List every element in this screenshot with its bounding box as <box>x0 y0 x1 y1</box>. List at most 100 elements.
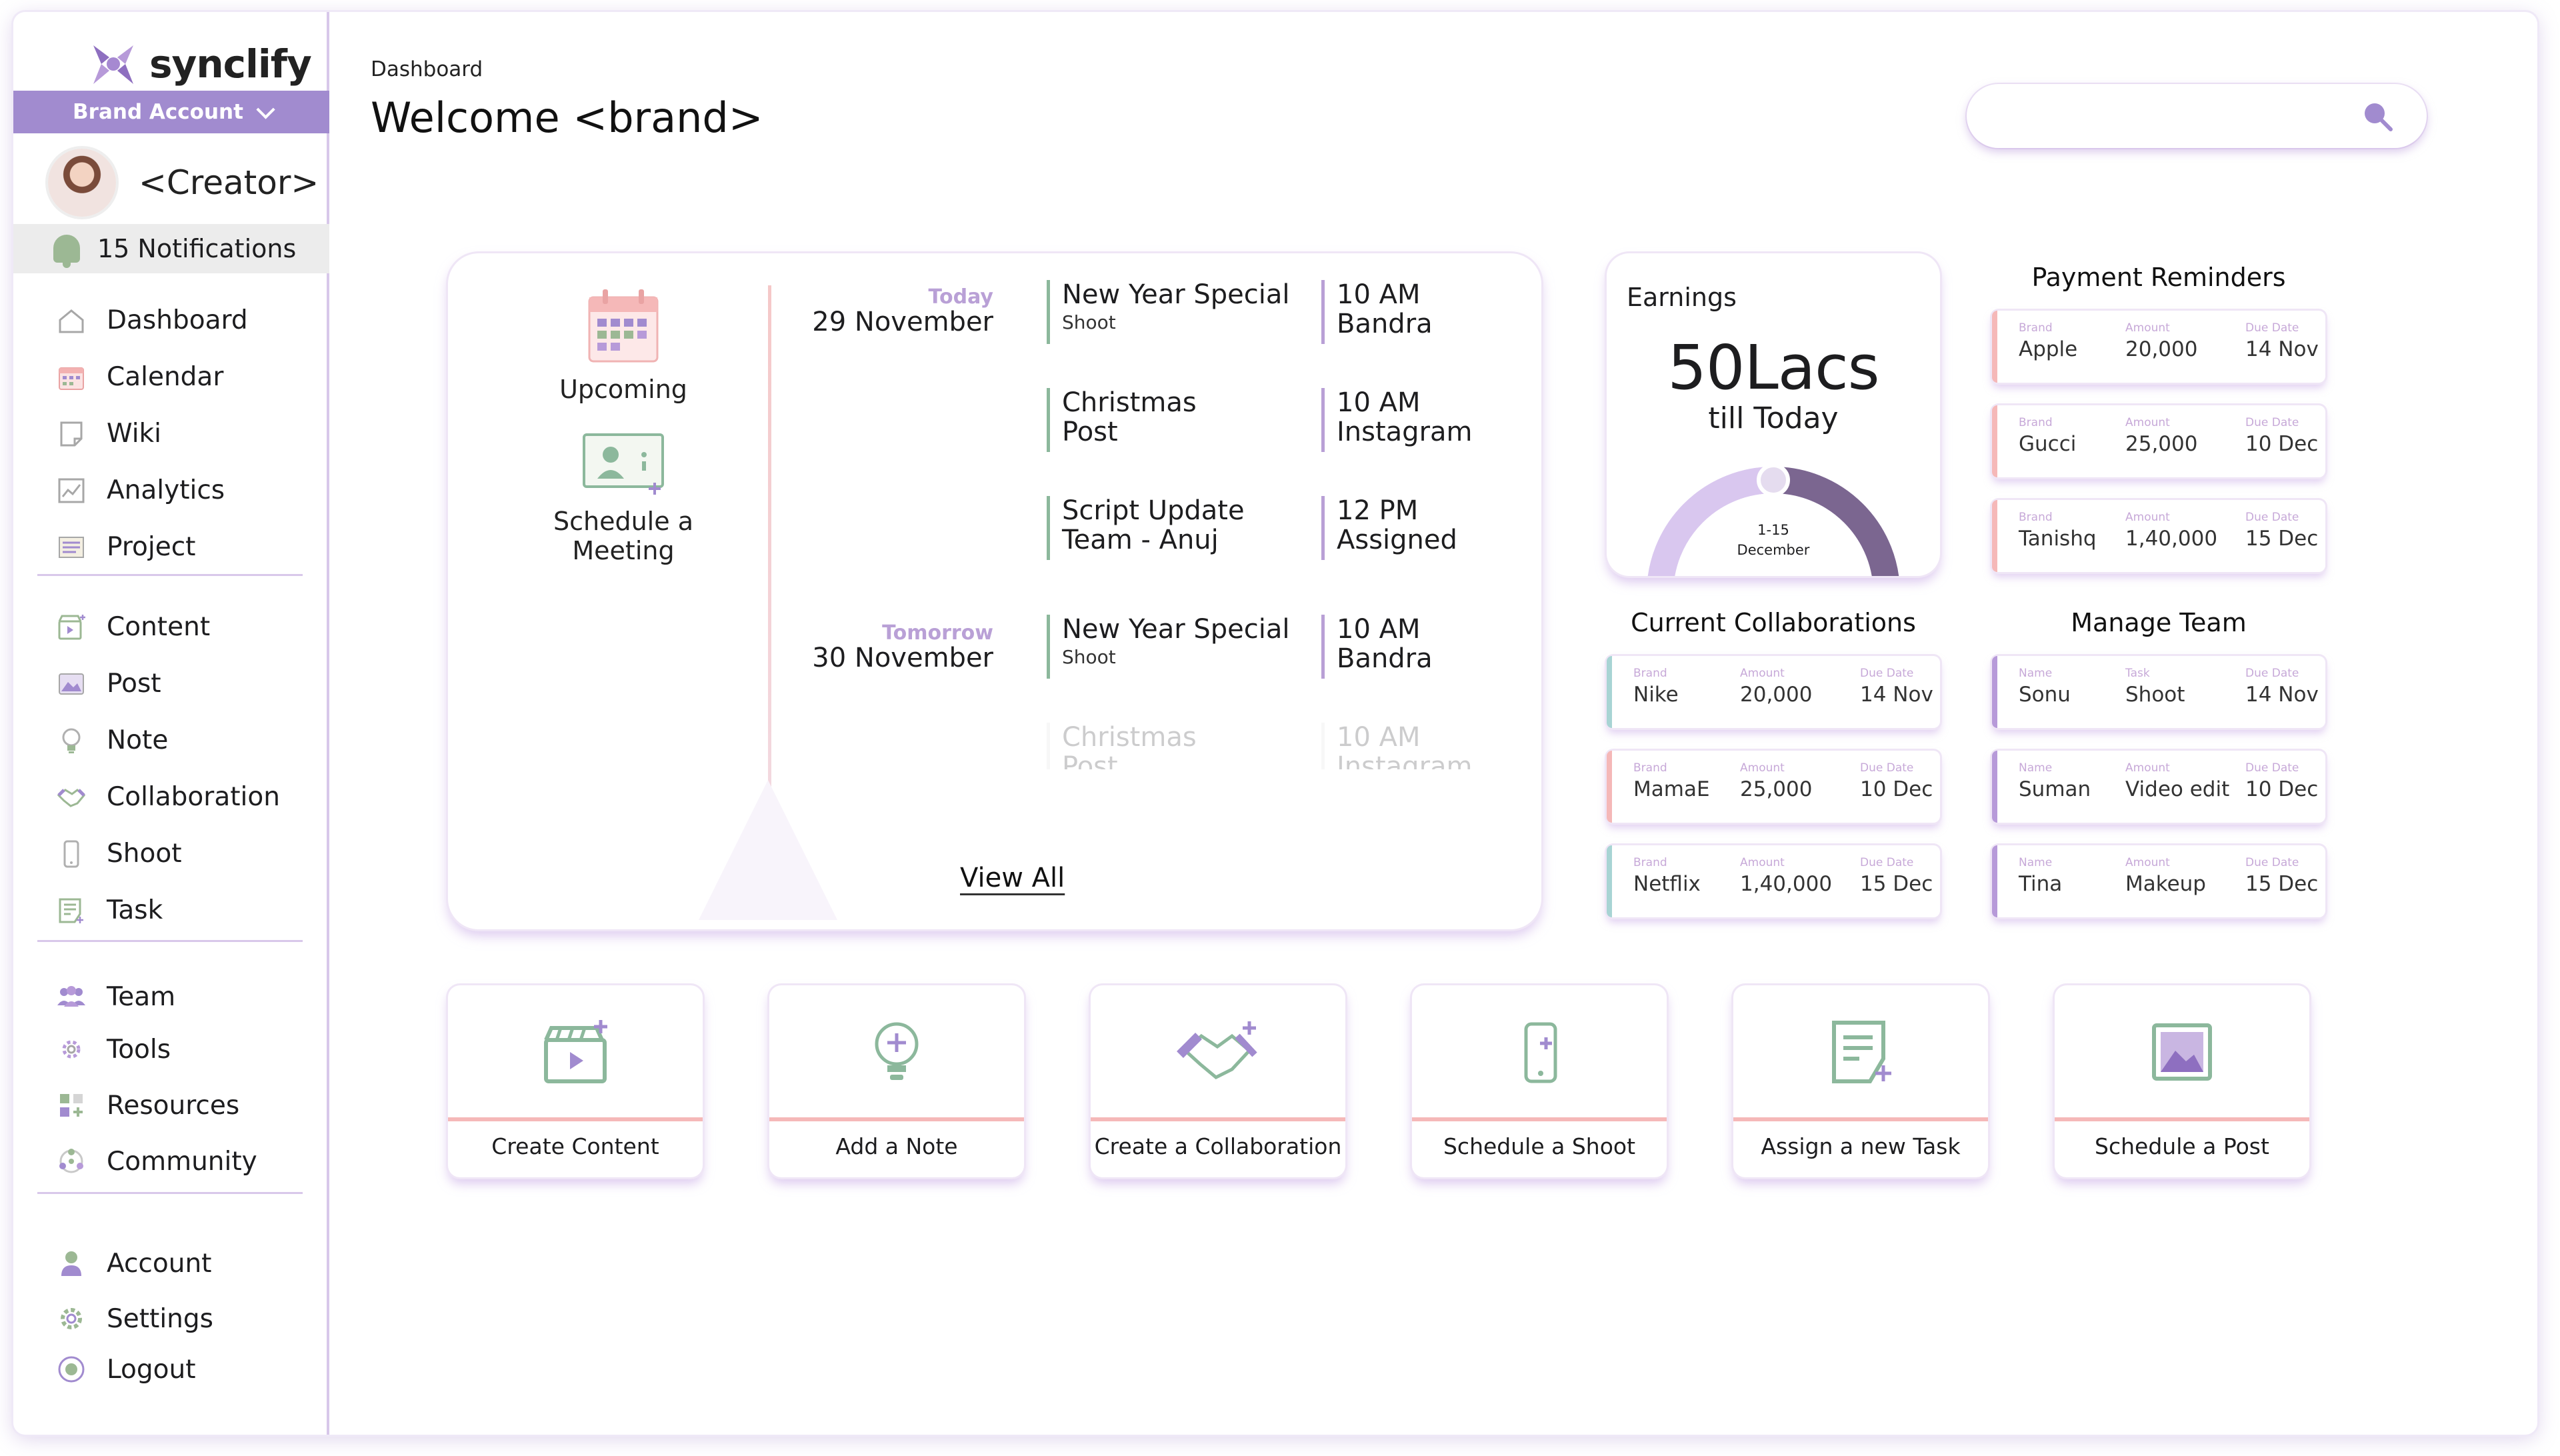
payment-reminder-cell-header: Due Date <box>2245 321 2299 335</box>
payment-reminder-cell-value: Tanishq <box>2019 527 2097 551</box>
payment-reminder-cell-header: Amount <box>2125 321 2170 335</box>
analytics-icon <box>56 475 87 506</box>
team-member-row[interactable]: Name Tina Amount Makeup Due Date 15 Dec <box>1992 845 2325 917</box>
action-schedule-a-shoot-button[interactable]: Schedule a Shoot <box>1412 985 1667 1177</box>
creator-profile[interactable]: <Creator> <box>48 149 319 217</box>
team-member-cell: Due Date 15 Dec <box>2245 856 2318 896</box>
action-label: Create a Collaboration <box>1094 1133 1342 1159</box>
sidebar-item-project[interactable]: Project <box>56 519 248 575</box>
collaboration-row[interactable]: Brand Netflix Amount 1,40,000 Due Date 15 Dec <box>1607 845 1940 917</box>
event-item[interactable]: Christmas Post <box>1047 388 1247 452</box>
schedule-meeting-button[interactable]: Schedule a Meeting <box>448 431 799 565</box>
wiki-icon <box>56 419 87 449</box>
payment-reminder-row[interactable]: Brand Gucci Amount 25,000 Due Date 10 Dec <box>1992 405 2325 477</box>
payment-reminder-row[interactable]: Brand Tanishq Amount 1,40,000 Due Date 15 Dec <box>1992 500 2325 572</box>
sidebar-item-shoot[interactable]: Shoot <box>56 825 280 882</box>
sidebar-item-collaboration[interactable]: Collaboration <box>56 769 280 825</box>
event-title: New Year Special <box>1062 279 1290 310</box>
event-item[interactable]: New Year Special Shoot <box>1047 280 1300 344</box>
collaboration-cell-value: 1,40,000 <box>1740 872 1833 896</box>
synclify-logo-icon <box>87 37 140 91</box>
view-all-link[interactable]: View All <box>960 863 1065 893</box>
sidebar-item-post[interactable]: Post <box>56 655 280 712</box>
event-item[interactable]: New Year Special Shoot <box>1047 615 1300 679</box>
action-create-content-button[interactable]: Create Content <box>448 985 703 1177</box>
day-header-tomorrow: Tomorrow 30 November <box>793 621 993 671</box>
event-item[interactable]: Christmas Post <box>1047 723 1247 769</box>
collaboration-cell-value: Netflix <box>1633 872 1701 896</box>
sidebar-item-wiki[interactable]: Wiki <box>56 405 248 462</box>
team-member-row[interactable]: Name Sonu Task Shoot Due Date 14 Nov <box>1992 656 2325 728</box>
sidebar-item-tools[interactable]: Tools <box>56 1021 257 1077</box>
search-icon[interactable] <box>2361 100 2393 132</box>
collaboration-cell: Amount 20,000 <box>1740 667 1812 707</box>
sidebar-item-note[interactable]: Note <box>56 712 280 769</box>
action-add-a-note-button[interactable]: Add a Note <box>769 985 1024 1177</box>
phone-icon <box>56 839 87 869</box>
team-member-row[interactable]: Name Suman Amount Video edit Due Date 10 Dec <box>1992 751 2325 823</box>
action-assign-a-new-task-button[interactable]: Assign a new Task <box>1733 985 1988 1177</box>
team-member-cell-value: Video edit <box>2125 777 2230 801</box>
sidebar-item-settings[interactable]: Settings <box>56 1293 213 1344</box>
timeline-decoration <box>699 780 837 920</box>
event-place: Instagram <box>1337 751 1473 769</box>
team-member-cell-value: 10 Dec <box>2245 777 2319 801</box>
action-schedule-a-post-button[interactable]: Schedule a Post <box>2055 985 2309 1177</box>
event-time: 10 AM Instagram <box>1321 388 1508 452</box>
team-icon <box>56 981 87 1012</box>
team-member-cell-value: Sonu <box>2019 683 2071 707</box>
sidebar-item-task[interactable]: Task <box>56 882 280 939</box>
logo[interactable]: synclify <box>87 31 312 97</box>
event-place: Bandra <box>1337 643 1433 674</box>
collaboration-cell-value: 25,000 <box>1740 777 1813 801</box>
sidebar-item-community[interactable]: Community <box>56 1133 257 1189</box>
sidebar-item-content[interactable]: Content <box>56 599 280 655</box>
event-item[interactable]: Script Update Team - Anuj <box>1047 496 1260 560</box>
sidebar-item-analytics[interactable]: Analytics <box>56 462 248 519</box>
event-title: Christmas Post <box>1062 723 1197 769</box>
account-switcher[interactable]: Brand Account <box>13 91 329 133</box>
payment-reminder-row[interactable]: Brand Apple Amount 20,000 Due Date 14 Nov <box>1992 311 2325 383</box>
sidebar-item-calendar[interactable]: Calendar <box>56 349 248 405</box>
payment-reminder-cell: Brand Gucci <box>2019 416 2076 456</box>
breadcrumb[interactable]: Dashboard <box>371 57 483 81</box>
notifications-button[interactable]: 15 Notifications <box>13 224 329 273</box>
payment-reminder-cell-value: Gucci <box>2019 432 2077 456</box>
search-bar[interactable] <box>1967 84 2427 148</box>
sidebar-item-account[interactable]: Account <box>56 1233 213 1293</box>
collaborations-title: Current Collaborations <box>1631 608 1916 637</box>
action-create-a-collaboration-button[interactable]: Create a Collaboration <box>1091 985 1345 1177</box>
bulb-icon <box>769 1017 1024 1087</box>
sidebar-item-label: Wiki <box>107 419 161 449</box>
upcoming-button[interactable]: Upcoming <box>448 287 799 404</box>
event-place: Bandra <box>1337 309 1433 339</box>
collaboration-cell-header: Brand <box>1633 761 1667 775</box>
sidebar-item-team[interactable]: Team <box>56 972 257 1021</box>
calendar-icon <box>56 362 87 393</box>
sidebar-item-label: Calendar <box>107 362 224 392</box>
action-label: Schedule a Post <box>2095 1133 2269 1159</box>
collaboration-row[interactable]: Brand MamaE Amount 25,000 Due Date 10 Dec <box>1607 751 1940 823</box>
sidebar-item-dashboard[interactable]: Dashboard <box>56 292 248 349</box>
notifications-label: 15 Notifications <box>97 234 297 263</box>
collaboration-cell-value: Nike <box>1633 683 1679 707</box>
task-icon <box>1733 1017 1988 1087</box>
earnings-card: Earnings 50Lacs till Today 1-15 December <box>1607 253 1940 576</box>
nav-group-main: Dashboard Calendar Wiki Analytics Projec… <box>56 292 248 575</box>
team-member-cell: Amount Video edit <box>2125 761 2229 801</box>
search-input[interactable] <box>1993 97 2367 135</box>
team-member-cell: Name Suman <box>2019 761 2091 801</box>
handshake-icon <box>56 782 87 813</box>
schedule-shortcuts: Upcoming Schedule a Meeting <box>448 287 799 565</box>
sidebar-item-logout[interactable]: Logout <box>56 1344 213 1395</box>
team-member-cell-value: Suman <box>2019 777 2091 801</box>
action-label: Add a Note <box>835 1133 958 1159</box>
tile-accent-line <box>769 1117 1024 1121</box>
day-label: Tomorrow <box>882 621 993 645</box>
collaboration-row[interactable]: Brand Nike Amount 20,000 Due Date 14 Nov <box>1607 656 1940 728</box>
sidebar-item-resources[interactable]: Resources <box>56 1077 257 1133</box>
event-place: Assigned <box>1337 525 1457 555</box>
collaboration-cell: Due Date 10 Dec <box>1860 761 1933 801</box>
payment-reminder-cell-header: Brand <box>2019 416 2053 429</box>
team-member-cell-header: Due Date <box>2245 856 2299 869</box>
